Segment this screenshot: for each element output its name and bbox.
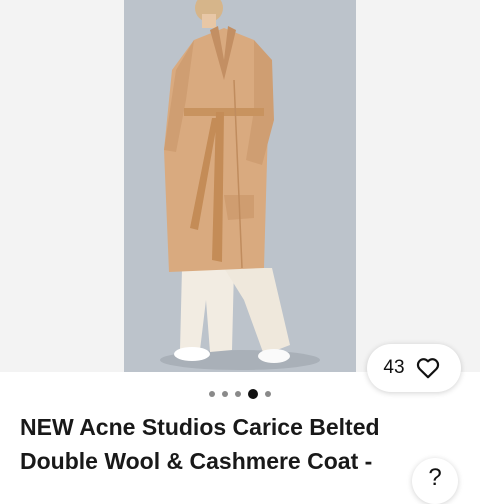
pagination-dot[interactable]: [209, 391, 215, 397]
image-gallery[interactable]: [0, 0, 480, 372]
share-glyph: ?: [428, 464, 442, 491]
share-button[interactable]: ?: [412, 458, 458, 504]
like-button[interactable]: 43: [367, 344, 461, 392]
listing-title: NEW Acne Studios Carice Belted Double Wo…: [20, 414, 380, 474]
pagination-dot[interactable]: [265, 391, 271, 397]
pagination-dot-active[interactable]: [248, 389, 258, 399]
pagination-dot[interactable]: [235, 391, 241, 397]
like-count: 43: [383, 357, 405, 378]
coat-model-illustration: [124, 0, 356, 372]
gallery-pagination-dots: [0, 389, 480, 399]
pagination-dot[interactable]: [222, 391, 228, 397]
heart-outline-icon: [415, 355, 441, 381]
product-photo[interactable]: [124, 0, 356, 372]
